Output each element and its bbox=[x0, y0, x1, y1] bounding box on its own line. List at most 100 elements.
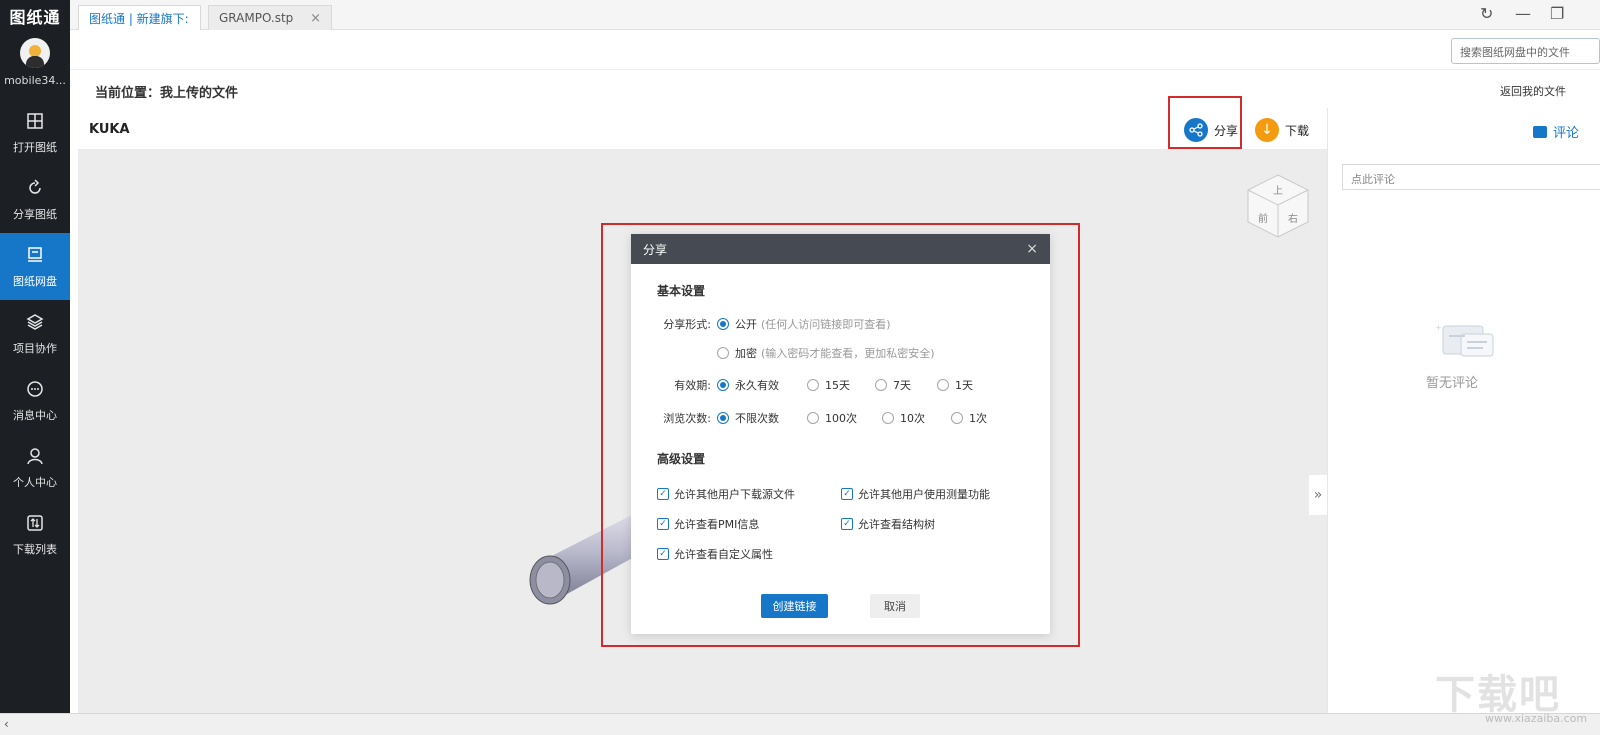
checkbox-checked-icon: ✓ bbox=[657, 518, 669, 530]
cloud-drive-icon bbox=[28, 246, 42, 262]
sidebar-item-label: 个人中心 bbox=[13, 475, 57, 489]
option-hint: (输入密码才能查看，更加私密安全) bbox=[761, 347, 935, 360]
open-drawing-icon bbox=[27, 112, 43, 129]
check-label: 允许查看PMI信息 bbox=[674, 518, 760, 531]
comments-panel: 评论 点此评论 + 暂无评论 bbox=[1327, 108, 1600, 713]
option-label: 1天 bbox=[955, 379, 973, 392]
empty-comments-icon: + bbox=[1435, 323, 1494, 357]
views-label: 浏览次数: bbox=[663, 412, 711, 425]
view-cube[interactable]: 上 前 右 bbox=[1243, 170, 1313, 240]
tab-file[interactable]: GRAMPO.stp × bbox=[208, 5, 332, 30]
cube-top-label: 上 bbox=[1273, 185, 1283, 197]
layers-icon bbox=[26, 313, 44, 330]
avatar[interactable] bbox=[20, 38, 50, 68]
refresh-icon[interactable]: ↻ bbox=[1480, 4, 1493, 23]
download-list-icon bbox=[27, 514, 43, 531]
scroll-left-icon[interactable]: ‹ bbox=[4, 717, 9, 731]
radio-encrypted[interactable]: 加密 (输入密码才能查看，更加私密安全) bbox=[717, 345, 935, 361]
close-icon[interactable]: × bbox=[310, 11, 321, 26]
share-dialog: 分享 × 基本设置 分享形式: 公开 (任何人访问链接即可查看) 加密 (输入密… bbox=[631, 234, 1050, 634]
sidebar-item-profile[interactable]: 个人中心 bbox=[0, 434, 70, 501]
dialog-title: 分享 bbox=[643, 242, 668, 257]
radio-dot bbox=[717, 379, 729, 391]
check-allow-pmi[interactable]: ✓ 允许查看PMI信息 bbox=[657, 516, 759, 532]
radio-dot bbox=[807, 412, 819, 424]
radio-dot bbox=[875, 379, 887, 391]
option-label: 公开 bbox=[735, 318, 757, 331]
basic-settings-title: 基本设置 bbox=[657, 284, 706, 298]
cancel-button[interactable]: 取消 bbox=[870, 594, 920, 618]
search-row: 搜索图纸网盘中的文件 bbox=[70, 30, 1600, 70]
radio-validity-forever[interactable]: 永久有效 bbox=[717, 377, 779, 393]
sidebar-item-label: 下载列表 bbox=[13, 542, 57, 556]
check-label: 允许查看自定义属性 bbox=[674, 548, 773, 561]
radio-views-1[interactable]: 1次 bbox=[951, 410, 987, 426]
sidebar-item-label: 项目协作 bbox=[13, 341, 57, 355]
close-icon[interactable]: × bbox=[1026, 241, 1038, 257]
option-label: 10次 bbox=[900, 412, 925, 425]
share-drawing-icon bbox=[29, 178, 41, 194]
location-row: 当前位置：我上传的文件 返回我的文件 bbox=[70, 70, 1600, 108]
option-label: 加密 bbox=[735, 347, 757, 360]
sidebar-item-label: 图纸网盘 bbox=[13, 274, 57, 288]
search-input[interactable]: 搜索图纸网盘中的文件 bbox=[1451, 38, 1600, 64]
radio-dot bbox=[717, 318, 729, 330]
radio-dot bbox=[882, 412, 894, 424]
sidebar-item-open-drawing[interactable]: 打开图纸 bbox=[0, 99, 70, 166]
tab-label: 图纸通 | 新建旗下: bbox=[89, 11, 189, 26]
sidebar-item-cloud-drive[interactable]: 图纸网盘 bbox=[0, 233, 70, 300]
check-label: 允许其他用户使用测量功能 bbox=[858, 488, 990, 501]
radio-views-10[interactable]: 10次 bbox=[882, 410, 925, 426]
message-icon bbox=[27, 380, 43, 397]
tab-bar: 图纸通 | 新建旗下: GRAMPO.stp × ↻ — ❐ bbox=[70, 0, 1600, 30]
minimize-icon[interactable]: — bbox=[1515, 4, 1531, 23]
sidebar-item-project[interactable]: 项目协作 bbox=[0, 300, 70, 367]
restore-icon[interactable]: ❐ bbox=[1550, 4, 1564, 23]
radio-views-100[interactable]: 100次 bbox=[807, 410, 857, 426]
check-label: 允许查看结构树 bbox=[858, 518, 935, 531]
app-logo: 图纸通 bbox=[9, 8, 61, 27]
download-button[interactable]: ↓ 下载 bbox=[1255, 118, 1309, 142]
checkbox-checked-icon: ✓ bbox=[657, 488, 669, 500]
horizontal-scrollbar[interactable]: ‹ bbox=[0, 713, 1600, 735]
check-allow-measure[interactable]: ✓ 允许其他用户使用测量功能 bbox=[841, 486, 990, 502]
download-label: 下载 bbox=[1285, 123, 1310, 138]
radio-dot bbox=[807, 379, 819, 391]
svg-text:+: + bbox=[1435, 323, 1442, 332]
dialog-header: 分享 × bbox=[631, 234, 1050, 264]
sidebar-item-messages[interactable]: 消息中心 bbox=[0, 367, 70, 434]
download-icon: ↓ bbox=[1255, 118, 1279, 142]
checkbox-checked-icon: ✓ bbox=[841, 488, 853, 500]
sidebar-item-share-drawing[interactable]: 分享图纸 bbox=[0, 166, 70, 233]
sidebar-item-label: 分享图纸 bbox=[13, 207, 57, 221]
username[interactable]: mobile34... bbox=[0, 74, 70, 87]
check-allow-tree[interactable]: ✓ 允许查看结构树 bbox=[841, 516, 935, 532]
tab-home[interactable]: 图纸通 | 新建旗下: bbox=[78, 5, 201, 30]
cube-right-label: 右 bbox=[1288, 212, 1298, 225]
checkbox-checked-icon: ✓ bbox=[841, 518, 853, 530]
check-allow-custom-props[interactable]: ✓ 允许查看自定义属性 bbox=[657, 546, 773, 562]
sidebar-item-label: 打开图纸 bbox=[13, 140, 57, 154]
file-title: KUKA bbox=[89, 122, 130, 137]
radio-validity-7[interactable]: 7天 bbox=[875, 377, 911, 393]
back-link[interactable]: 返回我的文件 bbox=[1500, 83, 1566, 99]
radio-public[interactable]: 公开 (任何人访问链接即可查看) bbox=[717, 316, 891, 332]
option-label: 不限次数 bbox=[735, 412, 779, 425]
create-link-button[interactable]: 创建链接 bbox=[761, 594, 828, 618]
radio-dot bbox=[937, 379, 949, 391]
check-label: 允许其他用户下载源文件 bbox=[674, 488, 795, 501]
comment-input[interactable]: 点此评论 bbox=[1342, 164, 1600, 190]
sidebar-item-downloads[interactable]: 下载列表 bbox=[0, 501, 70, 568]
option-label: 15天 bbox=[825, 379, 850, 392]
check-allow-download[interactable]: ✓ 允许其他用户下载源文件 bbox=[657, 486, 795, 502]
collapse-panel-button[interactable]: » bbox=[1309, 475, 1327, 515]
comments-header[interactable]: 评论 bbox=[1533, 122, 1579, 141]
checkbox-checked-icon: ✓ bbox=[657, 548, 669, 560]
radio-views-unlimited[interactable]: 不限次数 bbox=[717, 410, 779, 426]
option-label: 7天 bbox=[893, 379, 911, 392]
radio-validity-15[interactable]: 15天 bbox=[807, 377, 850, 393]
radio-dot bbox=[717, 347, 729, 359]
comments-title: 评论 bbox=[1553, 126, 1580, 141]
radio-dot bbox=[717, 412, 729, 424]
radio-validity-1[interactable]: 1天 bbox=[937, 377, 973, 393]
